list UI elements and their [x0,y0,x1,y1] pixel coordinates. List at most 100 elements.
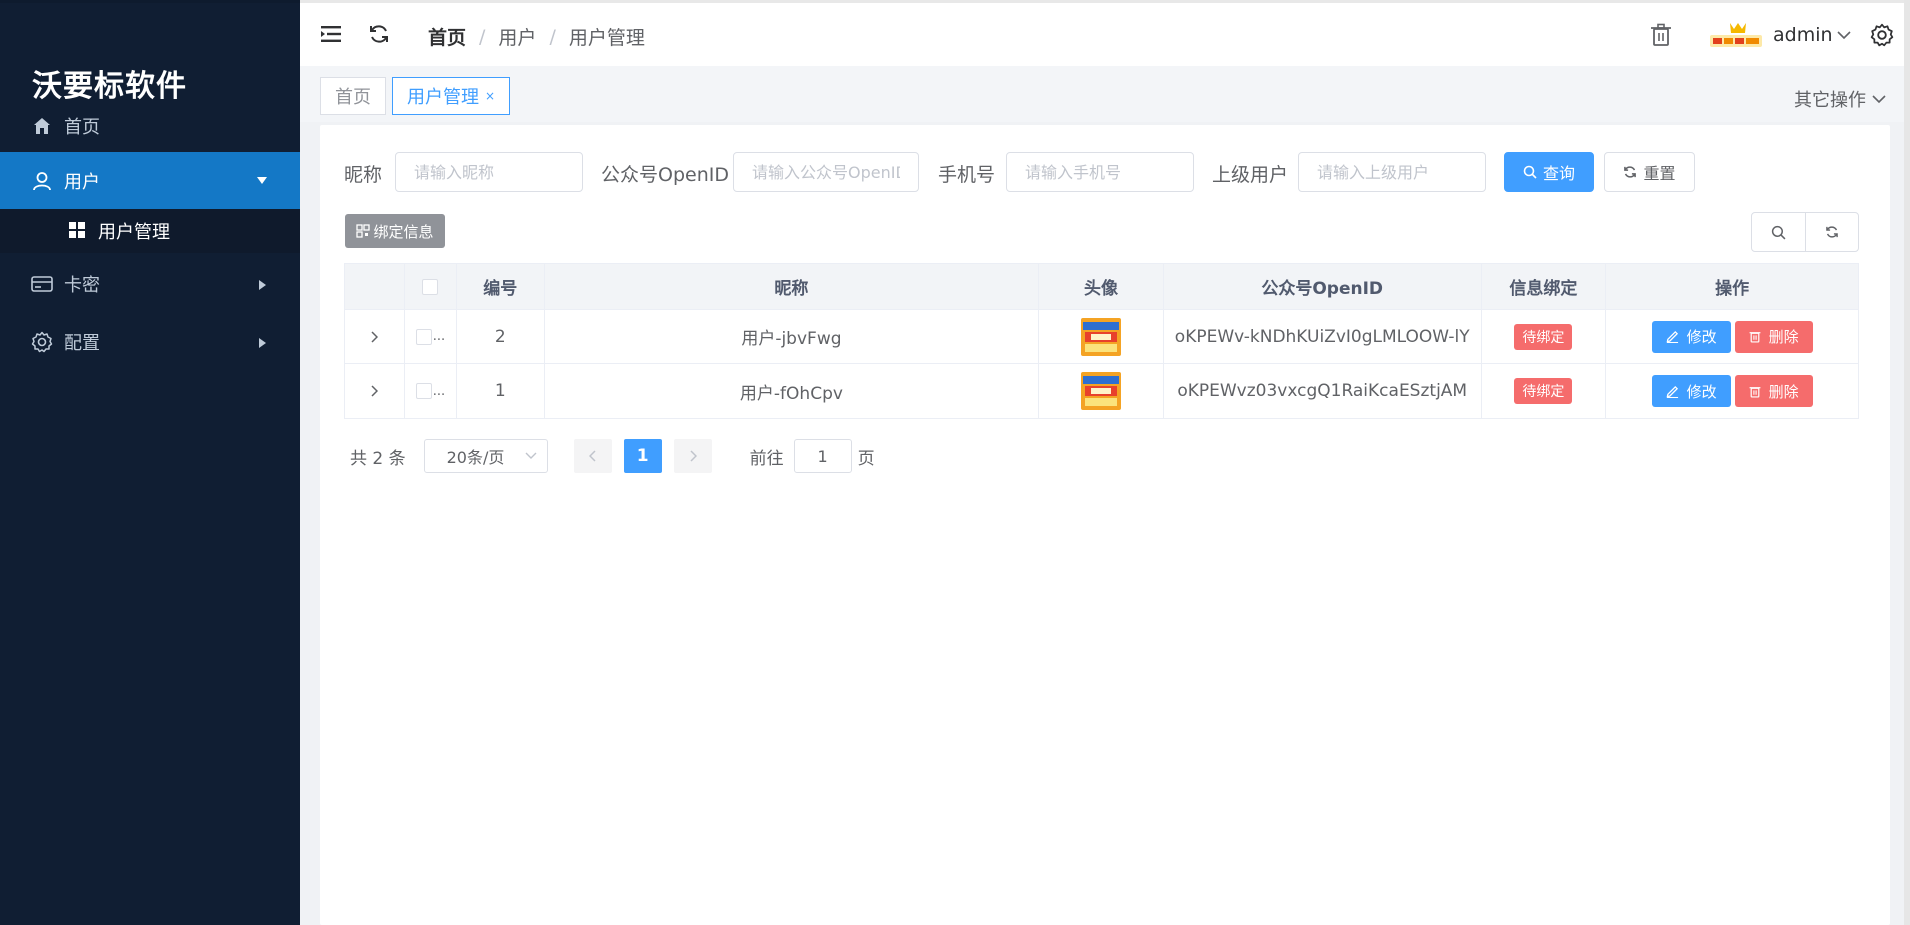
table-header-row: 编号 昵称 头像 公众号OpenID 信息绑定 操作 [345,264,1858,310]
sidebar: 沃要标软件 首页 用户 用户管理 卡密 配置 [0,0,300,925]
cell-nickname: 用户-fOhCpv [545,364,1040,418]
sidebar-item-label: 配置 [64,333,100,354]
edit-icon [1666,330,1687,343]
refresh-icon[interactable] [366,21,392,47]
parent-user-label: 上级用户 [1212,164,1289,186]
cell-avatar [1039,364,1164,418]
trash-icon[interactable] [1650,23,1672,47]
chevron-right-icon [370,330,379,343]
goto-page-input[interactable] [793,439,852,473]
reset-button[interactable]: 重置 [1604,152,1695,192]
sidebar-item-label: 用户管理 [98,222,170,243]
edit-label: 修改 [1686,328,1717,346]
sidebar-item-label: 首页 [64,117,100,138]
trash-icon [1749,330,1769,343]
header-id: 编号 [457,264,545,309]
main-content: 昵称 公众号OpenID 手机号 上级用户 查询 重置 绑定信息 [320,125,1890,925]
toggle-search-button[interactable] [1752,213,1805,251]
cell-ops: 修改 删除 [1606,364,1858,418]
window-scrollbar[interactable] [1904,0,1910,925]
table-row: ... 2 用户-jbvFwg oKPEWv-kNDhKUiZvI0gLMLOO… [345,310,1858,364]
edit-icon [1666,385,1687,398]
qrcode-icon [356,224,373,238]
delete-label: 删除 [1768,382,1799,401]
user-menu[interactable]: admin [1773,24,1851,46]
status-badge: 待绑定 [1514,378,1573,404]
nickname-input[interactable] [395,152,583,192]
page-number-current[interactable]: 1 [623,439,662,473]
cell-nickname: 用户-jbvFwg [545,310,1040,363]
settings-gear-icon[interactable] [1870,23,1894,47]
other-operations-dropdown[interactable]: 其它操作 [1794,86,1886,112]
expand-row-button[interactable] [345,364,405,418]
tag-user-manage[interactable]: 用户管理 × [392,77,511,115]
status-badge: 待绑定 [1514,323,1573,350]
user-table: 编号 昵称 头像 公众号OpenID 信息绑定 操作 ... 2 用户-jbvF… [344,263,1859,419]
bind-info-button[interactable]: 绑定信息 [345,214,445,248]
user-avatar-logo-icon[interactable] [1708,21,1764,49]
breadcrumb-user[interactable]: 用户 [498,23,536,50]
sidebar-item-home[interactable]: 首页 [0,97,300,155]
page-size-select[interactable]: 20条/页 [423,439,548,473]
openid-input[interactable] [733,152,919,192]
cell-id: 1 [457,364,545,418]
header-select-all [405,264,457,309]
sidebar-item-label: 卡密 [64,275,100,296]
caret-down-icon [256,176,268,186]
expand-row-button[interactable] [345,310,405,363]
delete-button[interactable]: 删除 [1734,320,1813,353]
table-tools [1751,212,1859,252]
tag-home[interactable]: 首页 [320,77,386,115]
hamburger-icon[interactable] [318,21,344,47]
cell-ops: 修改 删除 [1606,310,1858,363]
sidebar-item-user[interactable]: 用户 [0,152,300,210]
cell-bind-status: 待绑定 [1482,310,1607,363]
row-checkbox-wrap: ... [415,328,445,345]
close-icon[interactable]: × [485,89,495,103]
header-bind: 信息绑定 [1482,264,1607,309]
page-size-value: 20条/页 [446,448,505,467]
query-button[interactable]: 查询 [1504,152,1594,192]
cell-openid: oKPEWv-kNDhKUiZvI0gLMLOOW-lY [1164,310,1482,363]
tags-view: 首页 用户管理 × 其它操作 [300,66,1910,122]
openid-label: 公众号OpenID [601,164,729,186]
avatar-image-icon[interactable] [1081,317,1121,356]
search-icon [1523,165,1543,179]
select-all-checkbox[interactable] [422,278,439,295]
prev-page-button[interactable] [573,439,612,473]
query-label: 查询 [1542,164,1575,183]
header-expand [345,264,405,309]
sidebar-subitem-user-manage[interactable]: 用户管理 [0,209,300,253]
breadcrumb-home[interactable]: 首页 [428,23,466,50]
delete-button[interactable]: 删除 [1734,375,1813,407]
header-openid: 公众号OpenID [1164,264,1482,309]
next-page-button[interactable] [673,439,712,473]
search-form: 昵称 公众号OpenID 手机号 上级用户 查询 重置 [344,152,1844,192]
reset-label: 重置 [1643,164,1676,183]
phone-label: 手机号 [938,164,996,186]
bind-info-label: 绑定信息 [373,222,434,241]
row-checkbox[interactable] [415,383,432,399]
edit-button[interactable]: 修改 [1651,320,1731,353]
edit-label: 修改 [1686,382,1717,401]
grid-icon [68,221,88,241]
caret-right-icon [258,337,268,349]
goto-suffix: 页 [857,448,875,469]
row-checkbox[interactable] [415,328,432,345]
chevron-down-icon [1836,30,1851,40]
refresh-table-button[interactable] [1804,213,1859,251]
caret-right-icon [258,279,268,291]
user-icon [30,169,54,193]
chevron-left-icon [588,450,597,462]
edit-button[interactable]: 修改 [1651,375,1731,407]
breadcrumb: 首页 / 用户 / 用户管理 [428,23,645,50]
avatar-image-icon[interactable] [1081,372,1121,410]
parent-user-input[interactable] [1298,152,1486,192]
chevron-down-icon [525,452,537,460]
sidebar-item-card[interactable]: 卡密 [0,255,300,313]
chevron-down-icon [1872,94,1886,104]
sidebar-item-config[interactable]: 配置 [0,313,300,371]
tag-label: 首页 [335,87,371,108]
total-count: 共 2 条 [350,448,406,469]
phone-input[interactable] [1006,152,1194,192]
